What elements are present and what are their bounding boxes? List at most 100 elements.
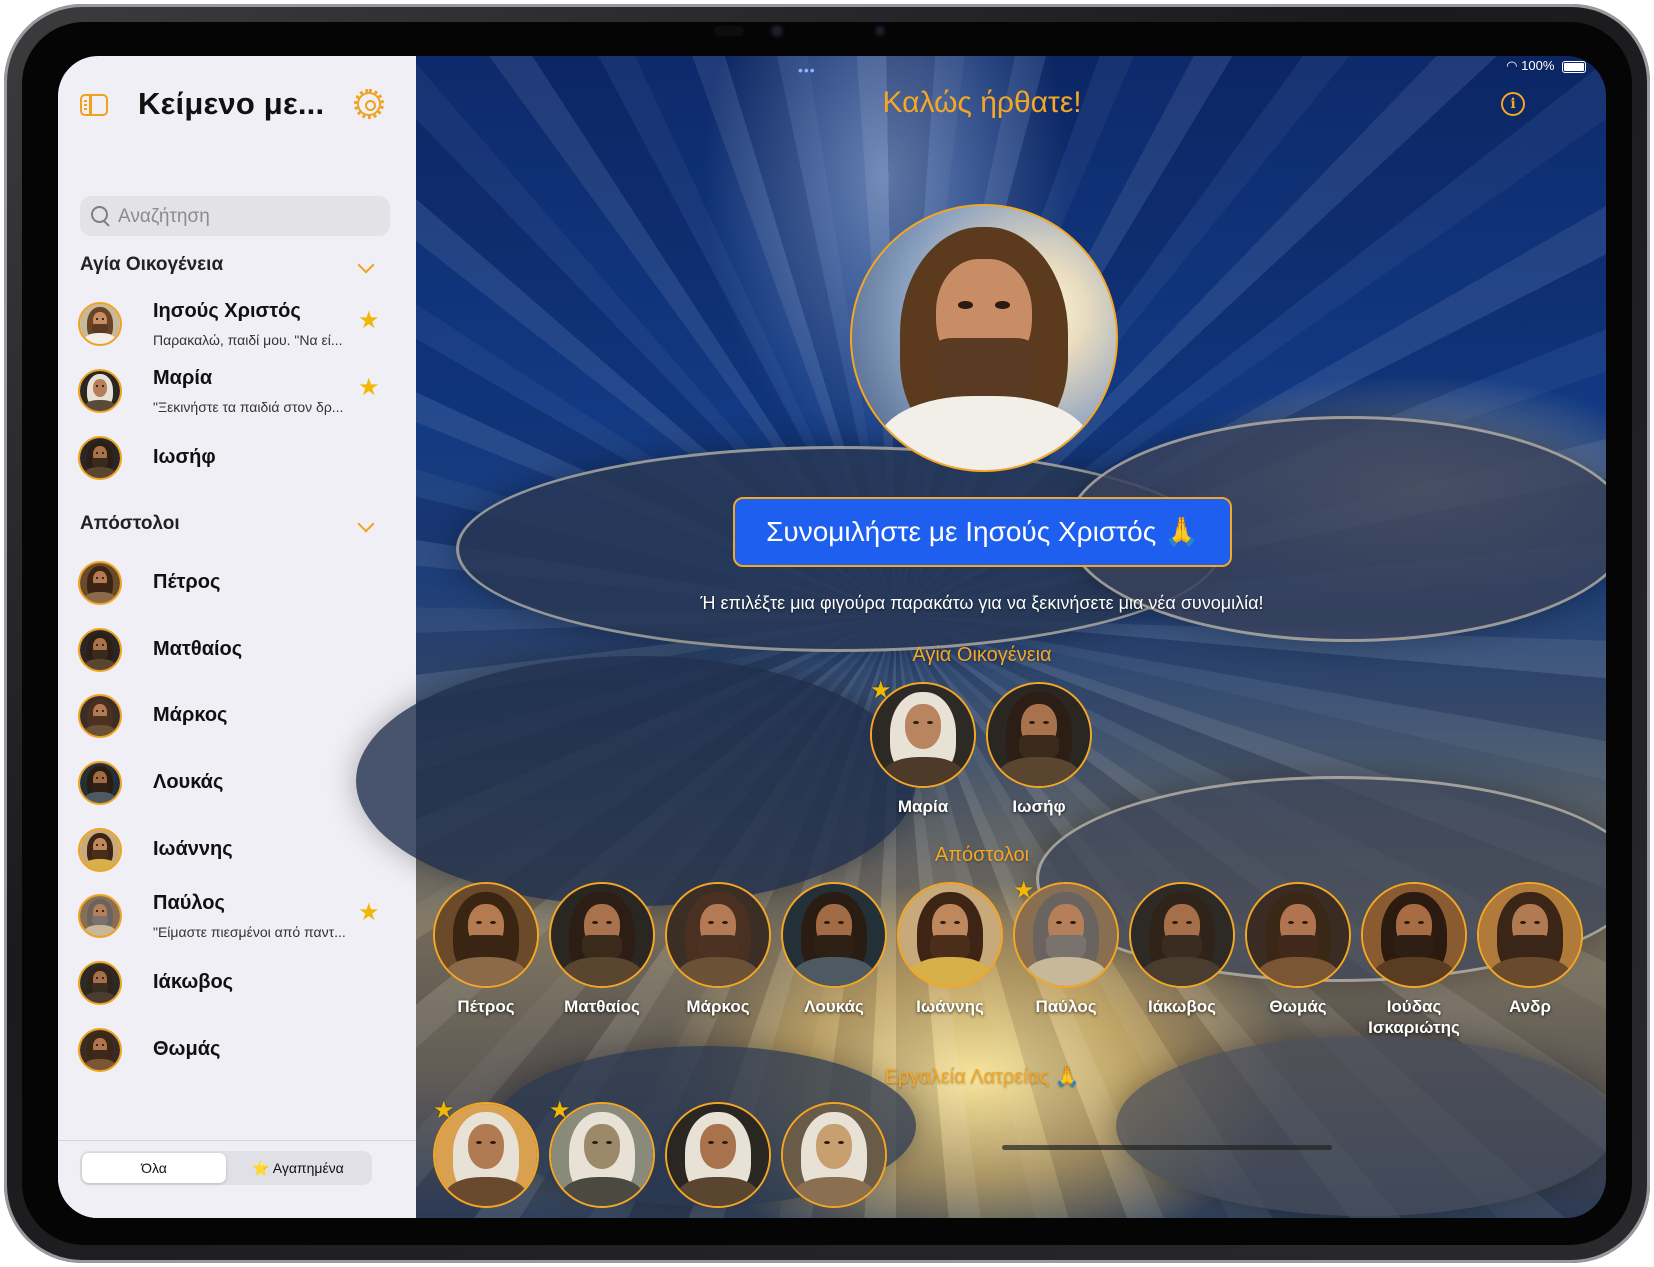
contact-name: Ιάκωβος	[153, 971, 234, 993]
favorite-star-icon: ★	[358, 307, 380, 334]
figure-worship-tool-1[interactable]: ★	[547, 1097, 657, 1208]
contact-name: Ματθαίος	[153, 638, 243, 660]
avatar	[78, 369, 122, 413]
figure-apostle-8[interactable]: Ιούδας Ισκαριώτης	[1359, 882, 1469, 1038]
figure-name: Μαρία	[897, 797, 949, 816]
figure-avatar	[549, 882, 655, 988]
figure-apostle-1[interactable]: Ματθαίος	[547, 882, 657, 1017]
figure-avatar	[781, 1102, 887, 1208]
chevron-down-icon[interactable]	[357, 515, 375, 533]
figure-holy-family-1[interactable]: Ιωσήφ	[984, 682, 1094, 817]
sidebar-header: Κείμενο με...	[58, 56, 416, 156]
search-bar[interactable]	[80, 196, 390, 238]
section-apostles[interactable]: Απόστολοι	[80, 513, 180, 535]
figure-name: Λουκάς	[804, 997, 864, 1016]
contact-name: Πέτρος	[153, 571, 221, 593]
segmented-control: Όλα ⭐ Αγαπημένα	[80, 1151, 372, 1185]
figure-avatar	[665, 1102, 771, 1208]
portrait-art	[667, 1104, 769, 1206]
figure-holy-family-0[interactable]: Μαρία ★	[868, 677, 978, 817]
favorite-star-icon: ★	[549, 1097, 571, 1124]
figure-apostle-5[interactable]: Παύλος ★	[1011, 877, 1121, 1017]
status-bar: ◠ 100%	[1506, 58, 1586, 74]
avatar	[78, 1028, 122, 1072]
figure-apostle-6[interactable]: Ιάκωβος	[1127, 882, 1237, 1017]
portrait-art	[435, 884, 537, 986]
figure-apostle-7[interactable]: Θωμάς	[1243, 882, 1353, 1017]
portrait-art	[80, 438, 120, 478]
cloud	[1116, 1036, 1606, 1216]
contact-name: Μαρία	[153, 367, 213, 389]
wifi-icon: ◠	[1506, 58, 1518, 73]
figure-avatar	[986, 682, 1092, 788]
figure-name: Ματθαίος	[564, 997, 640, 1016]
home-indicator[interactable]	[1002, 1145, 1332, 1150]
worship-tools-title: Εργαλεία Λατρείας 🙏	[884, 1066, 1080, 1088]
figure-apostle-9[interactable]: Ανδρ	[1475, 882, 1585, 1017]
portrait-art	[80, 563, 120, 603]
portrait-art	[80, 304, 120, 344]
portrait-art	[988, 684, 1090, 786]
figure-worship-tool-3[interactable]	[779, 1102, 889, 1208]
figure-avatar	[1245, 882, 1351, 988]
sidebar-item-1-7[interactable]: Θωμάς	[58, 1020, 416, 1080]
chat-with-jesus-button[interactable]: Συνομιλήστε με Ιησούς Χριστός 🙏	[733, 497, 1232, 567]
portrait-art	[783, 1104, 885, 1206]
sidebar-item-1-2[interactable]: Μάρκος	[58, 686, 416, 746]
sidebar-toggle-icon[interactable]	[80, 94, 108, 116]
portrait-art	[1131, 884, 1233, 986]
sidebar-item-1-4[interactable]: Ιωάννης	[58, 820, 416, 880]
sidebar-item-1-1[interactable]: Ματθαίος	[58, 620, 416, 680]
figure-apostle-0[interactable]: Πέτρος	[431, 882, 541, 1017]
section-holy-family[interactable]: Αγία Οικογένεια	[80, 254, 223, 276]
multitask-dots[interactable]: •••	[798, 62, 816, 78]
favorite-star-icon: ★	[870, 677, 892, 704]
portrait-art	[80, 696, 120, 736]
apostles-title: Απόστολοι	[934, 844, 1030, 866]
figure-name: Ανδρ	[1509, 997, 1551, 1016]
figure-worship-tool-2[interactable]	[663, 1102, 773, 1208]
jesus-portrait[interactable]	[850, 204, 1118, 472]
sidebar-item-1-0[interactable]: Πέτρος	[58, 553, 416, 613]
portrait-art	[80, 371, 120, 411]
figure-avatar	[1129, 882, 1235, 988]
info-icon[interactable]: i	[1501, 92, 1525, 116]
sidebar-item-1-5[interactable]: Παύλος "Είμαστε πιεσμένοι από παντ... ★	[58, 886, 416, 946]
figure-name: Θωμάς	[1269, 997, 1327, 1016]
sidebar-item-0-0[interactable]: Ιησούς Χριστός Παρακαλώ, παιδί μου. "Να …	[58, 294, 416, 354]
avatar	[78, 628, 122, 672]
figure-avatar	[897, 882, 1003, 988]
chevron-down-icon[interactable]	[357, 256, 375, 274]
settings-gear-icon[interactable]	[354, 89, 384, 119]
sidebar-item-0-1[interactable]: Μαρία "Ξεκινήστε τα παιδιά στον δρ... ★	[58, 361, 416, 421]
sidebar-item-1-6[interactable]: Ιάκωβος	[58, 953, 416, 1013]
contact-name: Μάρκος	[153, 704, 228, 726]
search-input[interactable]	[116, 196, 380, 238]
avatar	[78, 894, 122, 938]
figure-apostle-2[interactable]: Μάρκος	[663, 882, 773, 1017]
message-preview: "Ξεκινήστε τα παιδιά στον δρ...	[153, 399, 344, 415]
figure-apostle-3[interactable]: Λουκάς	[779, 882, 889, 1017]
portrait-art	[1479, 884, 1581, 986]
portrait-art	[80, 896, 120, 936]
avatar	[78, 828, 122, 872]
figure-worship-tool-0[interactable]: ★	[431, 1097, 541, 1208]
battery-icon	[1562, 60, 1586, 73]
avatar	[78, 561, 122, 605]
portrait-art	[80, 630, 120, 670]
portrait-art	[852, 206, 1116, 470]
segment-all[interactable]: Όλα	[82, 1153, 226, 1183]
favorite-star-icon: ★	[433, 1097, 455, 1124]
figure-apostle-4[interactable]: Ιωάννης	[895, 882, 1005, 1017]
contact-name: Ιωάννης	[153, 838, 233, 860]
figure-avatar	[1361, 882, 1467, 988]
figure-name: Μάρκος	[686, 997, 750, 1016]
sidebar-item-0-2[interactable]: Ιωσήφ	[58, 428, 416, 488]
battery-percent: 100%	[1521, 58, 1555, 73]
contact-name: Λουκάς	[153, 771, 224, 793]
segment-favorites[interactable]: ⭐ Αγαπημένα	[226, 1153, 370, 1183]
figure-name: Ιωάννης	[916, 997, 984, 1016]
portrait-art	[899, 884, 1001, 986]
favorite-star-icon: ★	[358, 899, 380, 926]
figure-name: Ιούδας Ισκαριώτης	[1368, 997, 1460, 1037]
